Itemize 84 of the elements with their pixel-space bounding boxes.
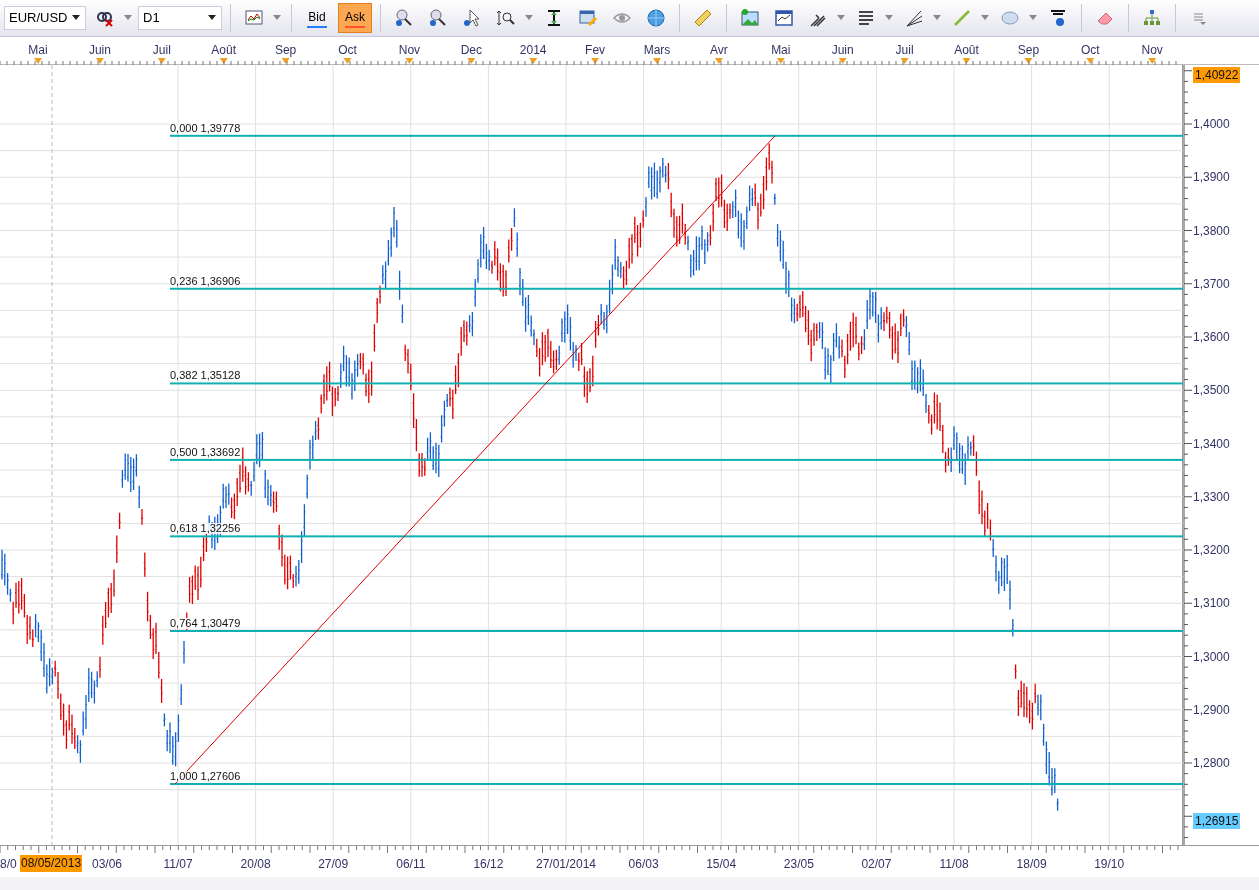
chart-icon [244,8,264,28]
date-label: 11/08 [939,858,969,870]
fibonacci-level-label: 0,618 1,32256 [170,523,241,535]
cursor-icon [462,8,482,28]
fibonacci-level-label: 0,000 1,39778 [170,122,241,134]
caret-icon[interactable] [71,14,81,22]
price-mode-toggle[interactable]: Bid [300,3,334,33]
fibonacci-level-label: 0,236 1,36906 [170,275,241,287]
fibonacci-level-label: 0,500 1,33692 [170,446,241,458]
date-label: 16/12 [473,858,504,870]
zoom-range-icon [496,8,516,28]
fibonacci-level-line[interactable] [170,535,1183,538]
month-label: Mars [643,42,671,59]
month-label: Fev [585,42,606,59]
price-tick-label: 1,2800 [1193,757,1230,769]
date-label: 23/05 [783,858,814,870]
caret-icon[interactable] [207,14,217,22]
price-tick-label: 1,3800 [1193,224,1230,237]
date-label: 8/0 [0,858,17,870]
month-label: Mai [28,42,48,59]
month-label: Nov [1141,42,1163,59]
globe-icon [646,8,666,28]
hierarchy-icon [1142,8,1162,28]
zoom-out-icon [428,8,448,28]
window-edit-icon [578,8,598,28]
price-tick-label: 1,3400 [1193,437,1230,450]
price-mode-toggle[interactable]: Ask [338,3,372,33]
price-tick-label: 1,3100 [1193,597,1230,610]
month-label: Mai [771,42,791,59]
month-label: Nov [398,42,421,59]
fan-lines-icon [904,8,924,28]
ruler-icon [693,8,713,28]
date-label: 20/08 [240,858,271,870]
month-label: Dec [460,42,482,59]
zoom-in-icon [394,8,414,28]
date-label: 18/09 [1016,858,1047,870]
current-price-label: 1,26915 [1193,812,1241,829]
month-label: Sep [274,42,297,59]
fibonacci-level-line[interactable] [170,287,1183,290]
month-label: Juin [88,42,111,59]
month-label: Juil [152,42,171,59]
date-label: 03/06 [92,858,122,870]
line-icon [952,8,972,28]
fibonacci-level-line[interactable] [170,382,1183,385]
date-label: 06/03 [628,858,659,870]
date-label: 27/09 [318,858,349,870]
month-label: 2014 [519,42,547,59]
dropdown-field[interactable]: EUR/USD [4,6,86,30]
date-label: 27/01/2014 [535,858,597,870]
fibonacci-level-line[interactable] [170,458,1183,461]
price-tick-label: 1,3200 [1193,544,1230,556]
month-label: Juin [831,42,854,59]
price-tick-label: 1,2900 [1193,703,1230,716]
date-label: 11/07 [163,858,193,870]
price-tick-label: 1,3500 [1193,384,1230,397]
month-label: Oct [338,42,357,59]
fibonacci-level-line[interactable] [170,134,1183,137]
month-label: Sep [1017,42,1040,59]
month-label: Avr [710,42,728,59]
price-tick-label: 1,3900 [1193,171,1230,184]
price-tick-label: 1,3600 [1193,331,1230,343]
price-tick-label: 1,3700 [1193,277,1230,290]
fibonacci-level-label: 0,382 1,35128 [170,370,241,382]
date-label: 06/11 [396,858,426,870]
dropdown-field[interactable]: D1 [138,6,222,30]
month-label: Août [211,42,237,59]
cursor-date-label: 08/05/2013 [20,855,83,872]
image-icon [740,8,760,28]
ellipse-icon [1000,8,1020,28]
price-tick-label: 1,3000 [1193,650,1230,663]
high-price-label: 1,40922 [1193,66,1241,83]
fibonacci-level-label: 1,000 1,27606 [170,770,241,782]
date-label: 15/04 [706,858,737,870]
month-label: Oct [1080,42,1100,59]
list-lines-icon [856,8,876,28]
month-label: Août [954,42,979,59]
window-chart-icon [774,8,794,28]
date-label: 19/10 [1094,858,1125,870]
month-label: Juil [895,42,914,59]
date-label: 02/07 [861,858,892,870]
price-tick-label: 1,3300 [1193,490,1230,503]
fibonacci-level-label: 0,764 1,30479 [170,618,241,629]
price-tick-label: 1,4000 [1193,118,1230,130]
text-add-icon [1048,8,1068,28]
